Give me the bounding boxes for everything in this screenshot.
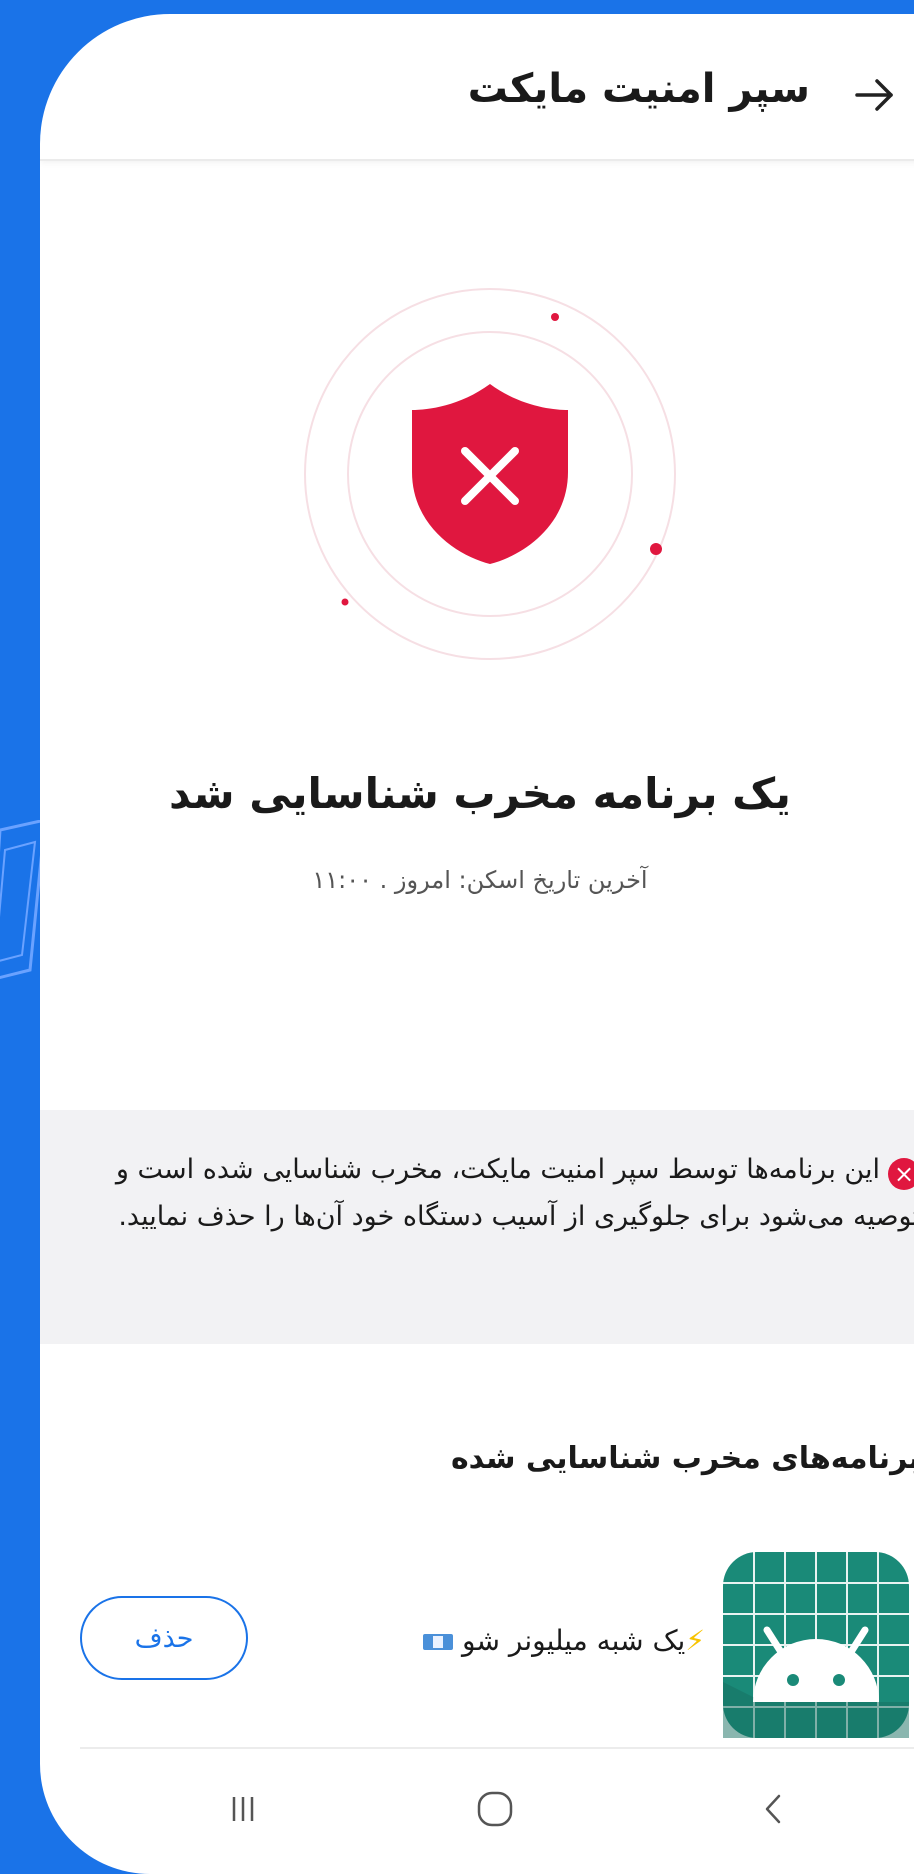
nav-back-button[interactable] [738,1779,808,1839]
home-button[interactable] [460,1779,530,1839]
last-scan-time: آخرین تاریخ اسکن: امروز . ۱۱:۰۰ [312,866,648,894]
banknote-icon [423,1634,454,1650]
section-title: برنامه‌های مخرب شناسایی شده [450,1441,914,1476]
orbit-dot [551,313,559,321]
app-name-label: یک شبه میلیونر شو [462,1624,686,1657]
page-title: سپر امنیت مایکت [467,66,810,112]
home-icon [477,1791,513,1827]
threat-shield-illustration [304,288,676,660]
orbit-dot [341,598,349,606]
arrow-right-icon [855,79,893,111]
list-item: ⚡یک شبه میلیونر شو حذف [40,1534,914,1764]
recent-apps-icon [232,1797,254,1821]
delete-button[interactable]: حذف [80,1596,248,1680]
scan-result-headline: یک برنامه مخرب شناسایی شد [169,769,791,818]
android-icon[interactable] [723,1552,909,1738]
recent-apps-button[interactable] [208,1779,278,1839]
lightning-icon: ⚡ [685,1624,705,1657]
back-nav-icon [765,1794,781,1824]
warning-text: این برنامه‌ها توسط سپر امنیت مایکت، مخرب… [115,1154,914,1232]
warning-message: ×این برنامه‌ها توسط سپر امنیت مایکت، مخر… [50,1146,914,1240]
app-name: ⚡یک شبه میلیونر شو [423,1624,705,1657]
back-button[interactable] [840,60,910,130]
phone-screen: سپر امنیت مایکت یک برنامه مخرب شناسایی ش… [40,14,914,1874]
shield-x-icon [412,384,568,564]
error-x-icon: × [888,1158,914,1190]
top-app-bar: سپر امنیت مایکت [40,14,914,161]
warning-banner: ×این برنامه‌ها توسط سپر امنیت مایکت، مخر… [40,1110,914,1344]
orbit-dot [650,543,662,555]
system-nav-bar [40,1749,914,1859]
